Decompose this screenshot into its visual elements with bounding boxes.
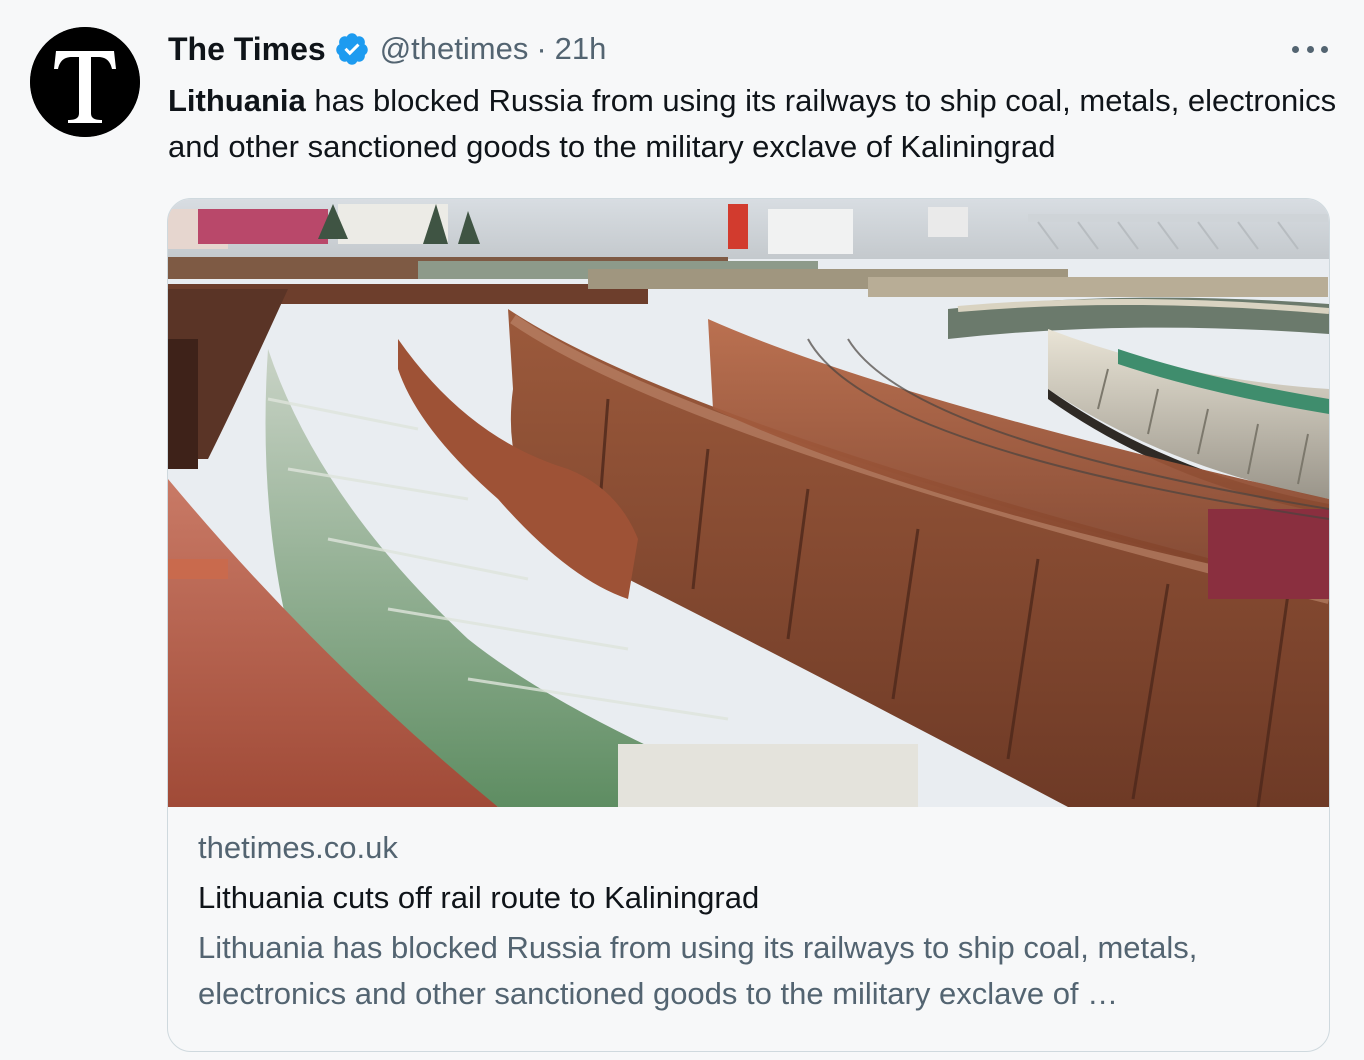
author-avatar[interactable] (30, 27, 140, 137)
freight-trains-photo (168, 199, 1329, 807)
card-image[interactable] (168, 199, 1329, 807)
tweet-timestamp[interactable]: 21h (555, 31, 607, 67)
times-logo-icon (30, 27, 140, 137)
tweet: The Times @thetimes · 21h Lithuania has … (0, 0, 1364, 1060)
tweet-text-body: has blocked Russia from using its railwa… (168, 83, 1337, 164)
tweet-text-bold[interactable]: Lithuania (168, 83, 306, 118)
separator-dot: · (536, 31, 547, 66)
tweet-header: The Times @thetimes · 21h (168, 26, 606, 72)
link-preview-card[interactable]: thetimes.co.uk Lithuania cuts off rail r… (167, 198, 1330, 1052)
author-handle[interactable]: @thetimes (380, 31, 529, 67)
author-name[interactable]: The Times (168, 31, 326, 68)
tweet-text: Lithuania has blocked Russia from using … (168, 78, 1338, 170)
card-title[interactable]: Lithuania cuts off rail route to Kalinin… (198, 875, 1308, 921)
verified-badge-icon (334, 31, 370, 67)
card-domain: thetimes.co.uk (198, 830, 398, 865)
card-description: Lithuania has blocked Russia from using … (198, 930, 1198, 1011)
more-options-icon[interactable] (1292, 34, 1328, 64)
card-body: thetimes.co.uk Lithuania cuts off rail r… (198, 825, 1308, 1017)
